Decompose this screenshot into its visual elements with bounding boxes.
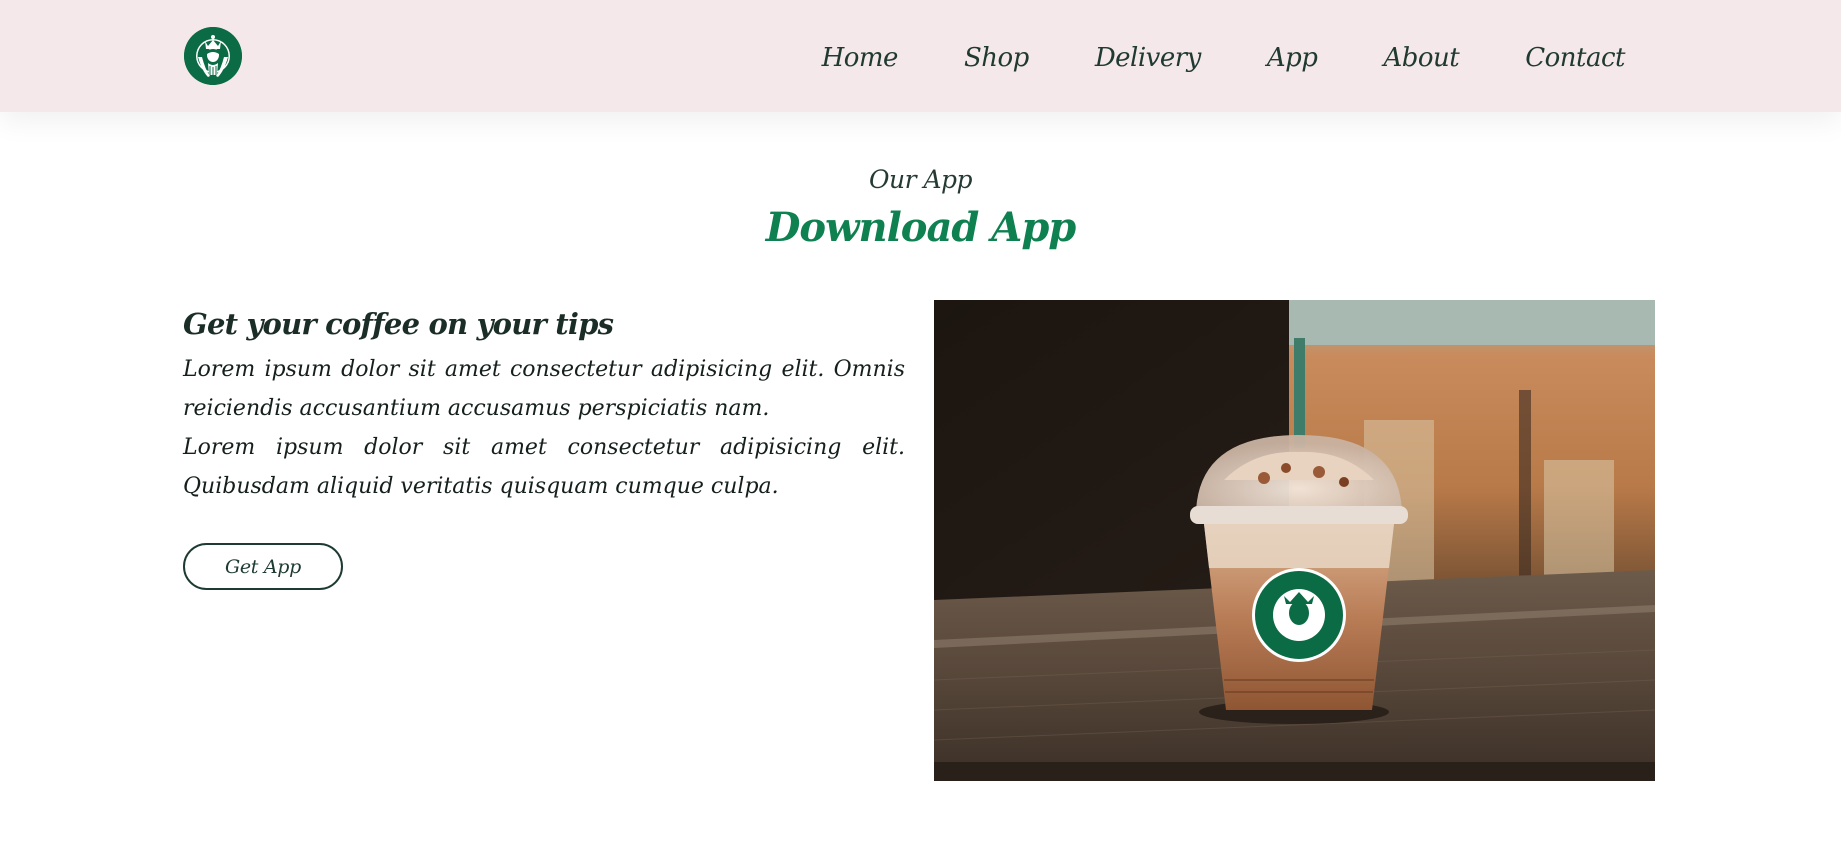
nav-home[interactable]: Home [822,38,899,78]
content-heading: Get your coffee on your tips [183,307,614,341]
section-subtitle: Our App [868,165,973,194]
nav-app[interactable]: App [1267,38,1318,78]
nav-contact[interactable]: Contact [1525,38,1625,78]
main-nav: Home Shop Delivery App About Contact [822,38,1626,78]
siren-logo-icon [184,27,242,85]
nav-shop[interactable]: Shop [964,38,1029,78]
nav-delivery[interactable]: Delivery [1095,38,1202,78]
app-info: Get your coffee on your tips Lorem ipsum… [183,300,905,506]
frappuccino-cup-photo [934,300,1655,781]
get-app-button[interactable]: Get App [183,543,343,590]
frappuccino-photo [934,300,1655,781]
content-paragraph-1: Lorem ipsum dolor sit amet consectetur a… [183,357,905,421]
brand-logo[interactable] [184,27,242,85]
nav-about[interactable]: About [1383,38,1459,78]
site-header: Home Shop Delivery App About Contact [0,0,1841,112]
section-title: Download App [765,204,1077,251]
content-paragraph-2: Lorem ipsum dolor sit amet consectetur a… [183,435,905,499]
